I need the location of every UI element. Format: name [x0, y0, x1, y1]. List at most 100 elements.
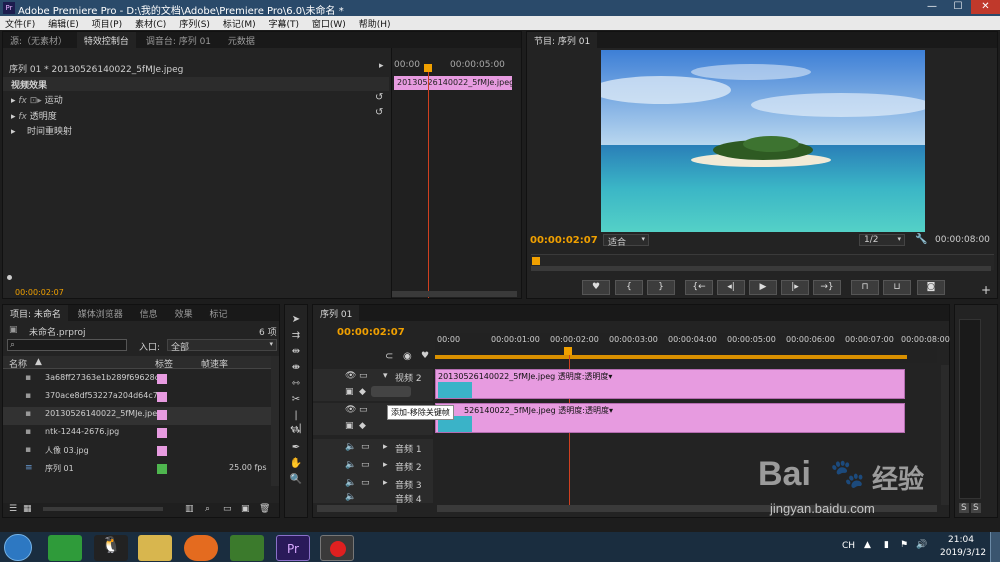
- volume-icon[interactable]: 🔊: [916, 540, 927, 550]
- expand-arrow-icon[interactable]: ▸: [383, 442, 388, 452]
- icon-view-icon[interactable]: ▦: [23, 504, 32, 514]
- add-icon[interactable]: +: [981, 283, 991, 297]
- entry-dropdown[interactable]: 全部 ▾: [167, 339, 277, 353]
- menu-marker[interactable]: 标记(M): [218, 16, 261, 31]
- filmstrip-icon[interactable]: ▭: [359, 405, 368, 415]
- reset-opacity-icon[interactable]: ↺: [375, 107, 383, 118]
- keyframe-icon[interactable]: ◆: [359, 387, 366, 397]
- expand-arrow-icon[interactable]: ▸: [379, 61, 384, 71]
- project-scrollbar[interactable]: [271, 356, 279, 486]
- track-height-slider[interactable]: [317, 505, 397, 512]
- mini-playhead-handle[interactable]: [424, 64, 432, 72]
- show-desktop-button[interactable]: [990, 532, 1000, 562]
- set-marker-icon[interactable]: ◉: [403, 351, 412, 362]
- tab-source[interactable]: 源:（无素材）: [3, 32, 74, 48]
- project-item[interactable]: ▪ ntk-1244-2676.jpg: [3, 425, 279, 443]
- close-button[interactable]: ✕: [971, 0, 1000, 14]
- tab-info[interactable]: 信息: [133, 305, 165, 321]
- solo-right-button[interactable]: S: [971, 503, 981, 513]
- slide-tool-icon[interactable]: ↔: [289, 425, 303, 438]
- lift-button[interactable]: ⊓: [851, 280, 879, 295]
- taskbar-recorder-icon[interactable]: [320, 535, 354, 561]
- project-item[interactable]: ▪ 370ace8df53227a204d64c7: [3, 389, 279, 407]
- tab-program[interactable]: 节目: 序列 01: [527, 32, 598, 48]
- project-item[interactable]: ≡ 序列 01 25.00 fps: [3, 461, 279, 479]
- column-name[interactable]: 名称: [9, 357, 27, 370]
- program-playhead-handle[interactable]: [532, 257, 540, 265]
- network-icon[interactable]: ▮: [884, 540, 889, 550]
- new-bin-icon[interactable]: ▭: [223, 504, 232, 514]
- flag-icon[interactable]: ⚑: [900, 540, 908, 550]
- rate-stretch-tool-icon[interactable]: ⇿: [289, 377, 303, 390]
- search-input[interactable]: ⌕: [7, 339, 127, 351]
- mark-in-button[interactable]: {: [615, 280, 643, 295]
- filmstrip-icon[interactable]: ▭: [359, 371, 368, 381]
- step-forward-button[interactable]: |▸: [781, 280, 809, 295]
- project-item[interactable]: ▪ 人像 03.jpg: [3, 443, 279, 461]
- selection-tool-icon[interactable]: ➤: [289, 313, 303, 326]
- project-item[interactable]: ▪ 3a68ff27363e1b289f69628c: [3, 371, 279, 389]
- taskbar-camtasia-icon[interactable]: [230, 535, 264, 561]
- timeline-ruler[interactable]: 00:00 00:00:01:00 00:00:02:00 00:00:03:0…: [435, 333, 950, 363]
- column-frame-rate[interactable]: 帧速率: [201, 357, 228, 370]
- tray-up-icon[interactable]: ▲: [864, 540, 871, 550]
- video-clip-v1[interactable]: 526140022_5fMJe.jpeg 透明度:透明度▾: [435, 403, 905, 433]
- speaker-icon[interactable]: 🔈: [345, 442, 356, 452]
- video-clip-v2[interactable]: 20130526140022_5fMJe.jpeg 透明度:透明度▾: [435, 369, 905, 399]
- expand-arrow-icon[interactable]: ▸: [383, 478, 388, 488]
- tab-project[interactable]: 项目: 未命名: [3, 305, 68, 321]
- zoom-tool-icon[interactable]: 🔍: [289, 473, 303, 486]
- tab-metadata[interactable]: 元数据: [221, 32, 262, 48]
- rolling-edit-tool-icon[interactable]: ⇼: [289, 361, 303, 374]
- expand-arrow-icon[interactable]: ▸: [383, 460, 388, 470]
- step-back-button[interactable]: ◂|: [717, 280, 745, 295]
- minimize-button[interactable]: —: [919, 0, 945, 14]
- hand-tool-icon[interactable]: ✋: [289, 457, 303, 470]
- export-frame-button[interactable]: ◙: [917, 280, 945, 295]
- display-style-icon[interactable]: ▣: [345, 387, 354, 397]
- trash-icon[interactable]: 🗑: [259, 504, 270, 514]
- zoom-slider[interactable]: [43, 507, 163, 511]
- wrench-icon[interactable]: 🔧: [915, 234, 927, 245]
- solo-left-button[interactable]: S: [959, 503, 969, 513]
- track-select-tool-icon[interactable]: ⇉: [289, 329, 303, 342]
- effect-motion[interactable]: ▸ fx ⊡▸ 运动: [11, 93, 63, 106]
- go-to-out-button[interactable]: →}: [813, 280, 841, 295]
- program-zoom-bar[interactable]: [531, 266, 991, 271]
- waveform-icon[interactable]: ▭: [361, 460, 370, 470]
- taskbar-explorer-icon[interactable]: [138, 535, 172, 561]
- sequence-marker-icon[interactable]: ♥: [421, 351, 429, 361]
- playhead-handle[interactable]: [564, 347, 572, 355]
- menu-sequence[interactable]: 序列(S): [174, 16, 215, 31]
- eye-icon[interactable]: 👁: [345, 405, 356, 415]
- waveform-icon[interactable]: ▭: [361, 478, 370, 488]
- ripple-edit-tool-icon[interactable]: ⇹: [289, 345, 303, 358]
- tab-effects[interactable]: 效果: [168, 305, 200, 321]
- menu-window[interactable]: 窗口(W): [307, 16, 351, 31]
- keyframe-icon[interactable]: ◆: [359, 421, 366, 431]
- work-area-bar[interactable]: [435, 355, 907, 359]
- automate-icon[interactable]: ▥: [185, 504, 194, 514]
- taskbar-browser-icon[interactable]: [48, 535, 82, 561]
- tab-sequence[interactable]: 序列 01: [313, 305, 360, 321]
- speaker-icon[interactable]: 🔈: [345, 478, 356, 488]
- pen-tool-icon[interactable]: ✒: [289, 441, 303, 454]
- reset-motion-icon[interactable]: ↺: [375, 92, 383, 103]
- effect-time-remap[interactable]: ▸ 时间重映射: [11, 124, 72, 137]
- clock-date[interactable]: 2019/3/12: [940, 548, 986, 558]
- tab-audio-mixer[interactable]: 调音台: 序列 01: [139, 32, 218, 48]
- menu-project[interactable]: 项目(P): [87, 16, 127, 31]
- fit-dropdown[interactable]: 适合 ▾: [603, 234, 649, 248]
- display-style-icon[interactable]: ▣: [345, 421, 354, 431]
- taskbar-premiere-icon[interactable]: Pr: [276, 535, 310, 561]
- menu-edit[interactable]: 编辑(E): [43, 16, 84, 31]
- new-item-icon[interactable]: ▣: [241, 504, 250, 514]
- sort-up-icon[interactable]: ▲: [35, 357, 42, 367]
- slip-tool-icon[interactable]: |↔|: [289, 409, 303, 434]
- program-scrubber[interactable]: [531, 254, 994, 271]
- keyframe-nav[interactable]: [371, 386, 411, 397]
- clock-time[interactable]: 21:04: [948, 535, 974, 545]
- waveform-icon[interactable]: ▭: [361, 442, 370, 452]
- add-marker-button[interactable]: ♥: [582, 280, 610, 295]
- snap-icon[interactable]: ⊂: [385, 351, 393, 362]
